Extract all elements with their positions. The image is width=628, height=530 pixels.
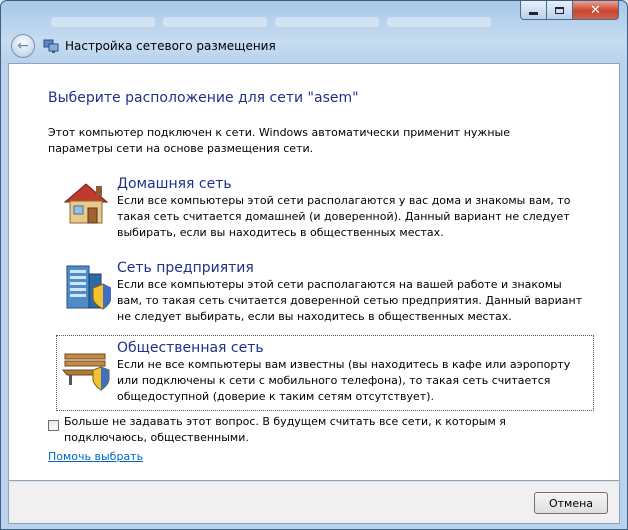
- maximize-button[interactable]: [547, 1, 573, 20]
- back-arrow-icon: ←: [17, 38, 29, 54]
- close-icon: ✕: [590, 2, 601, 18]
- option-title: Общественная сеть: [117, 340, 264, 356]
- do-not-ask-again-checkbox[interactable]: [48, 420, 59, 431]
- option-description: Если не все компьютеры вам известны (вы …: [117, 358, 571, 403]
- intro-text: Этот компьютер подключен к сети. Windows…: [48, 126, 510, 155]
- house-icon: [63, 183, 109, 224]
- window-title: Настройка сетевого размещения: [65, 39, 276, 53]
- footer-bar: Отмена: [8, 481, 620, 524]
- back-button[interactable]: ←: [11, 34, 35, 58]
- content-pane: Выберите расположение для сети "asem" Эт…: [8, 63, 620, 481]
- option-description: Если все компьютеры этой сети располагаю…: [117, 194, 571, 239]
- option-description: Если все компьютеры этой сети располагаю…: [117, 278, 583, 323]
- wizard-window: ✕ ← Настройка сетевого размещения Выбери…: [0, 0, 628, 530]
- blurred-tab: [51, 17, 155, 27]
- maximize-icon: [555, 6, 564, 14]
- close-button[interactable]: ✕: [573, 1, 619, 20]
- background-taskbar-blur: [51, 15, 491, 29]
- option-title: Сеть предприятия: [117, 260, 254, 276]
- blurred-tab: [275, 17, 379, 27]
- do-not-ask-again-row: Больше не задавать этот вопрос. В будуще…: [48, 414, 584, 446]
- network-icon: [43, 39, 59, 53]
- help-me-choose-link[interactable]: Помочь выбрать: [48, 450, 143, 463]
- park-bench-icon: [61, 353, 110, 391]
- do-not-ask-again-label[interactable]: Больше не задавать этот вопрос. В будуще…: [64, 415, 506, 444]
- option-public-network[interactable]: Общественная сеть Если не все компьютеры…: [56, 335, 594, 411]
- blurred-tab: [163, 17, 267, 27]
- minimize-button[interactable]: [520, 1, 547, 20]
- office-building-icon: [66, 265, 111, 310]
- caption-buttons: ✕: [520, 1, 619, 20]
- blurred-tab: [387, 17, 491, 27]
- cancel-button[interactable]: Отмена: [534, 492, 608, 514]
- option-title: Домашняя сеть: [117, 176, 232, 192]
- option-home-network[interactable]: Домашняя сеть Если все компьютеры этой с…: [56, 171, 594, 247]
- minimize-icon: [529, 11, 538, 15]
- option-work-network[interactable]: Сеть предприятия Если все компьютеры это…: [56, 255, 594, 331]
- page-heading: Выберите расположение для сети "asem": [48, 90, 359, 106]
